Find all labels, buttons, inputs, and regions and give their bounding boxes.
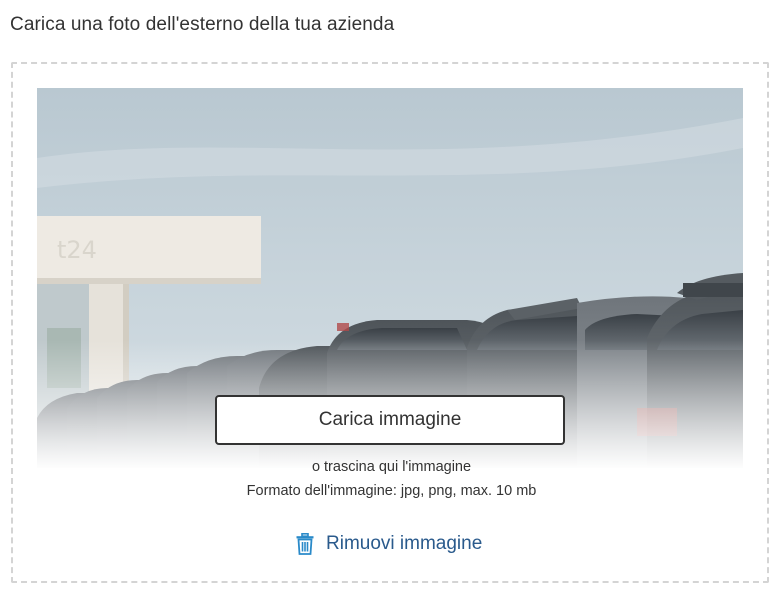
svg-text:t24: t24	[57, 236, 97, 264]
trash-icon	[296, 533, 314, 555]
remove-image-button[interactable]: Rimuovi immagine	[296, 531, 482, 557]
remove-image-label: Rimuovi immagine	[326, 533, 483, 554]
format-hint: Formato dell'immagine: jpg, png, max. 10…	[246, 483, 537, 499]
drag-hint: o trascina qui l'immagine	[311, 459, 472, 475]
page-title: Carica una foto dell'esterno della tua a…	[10, 14, 395, 35]
upload-image-button[interactable]: Carica immagine	[215, 395, 565, 445]
